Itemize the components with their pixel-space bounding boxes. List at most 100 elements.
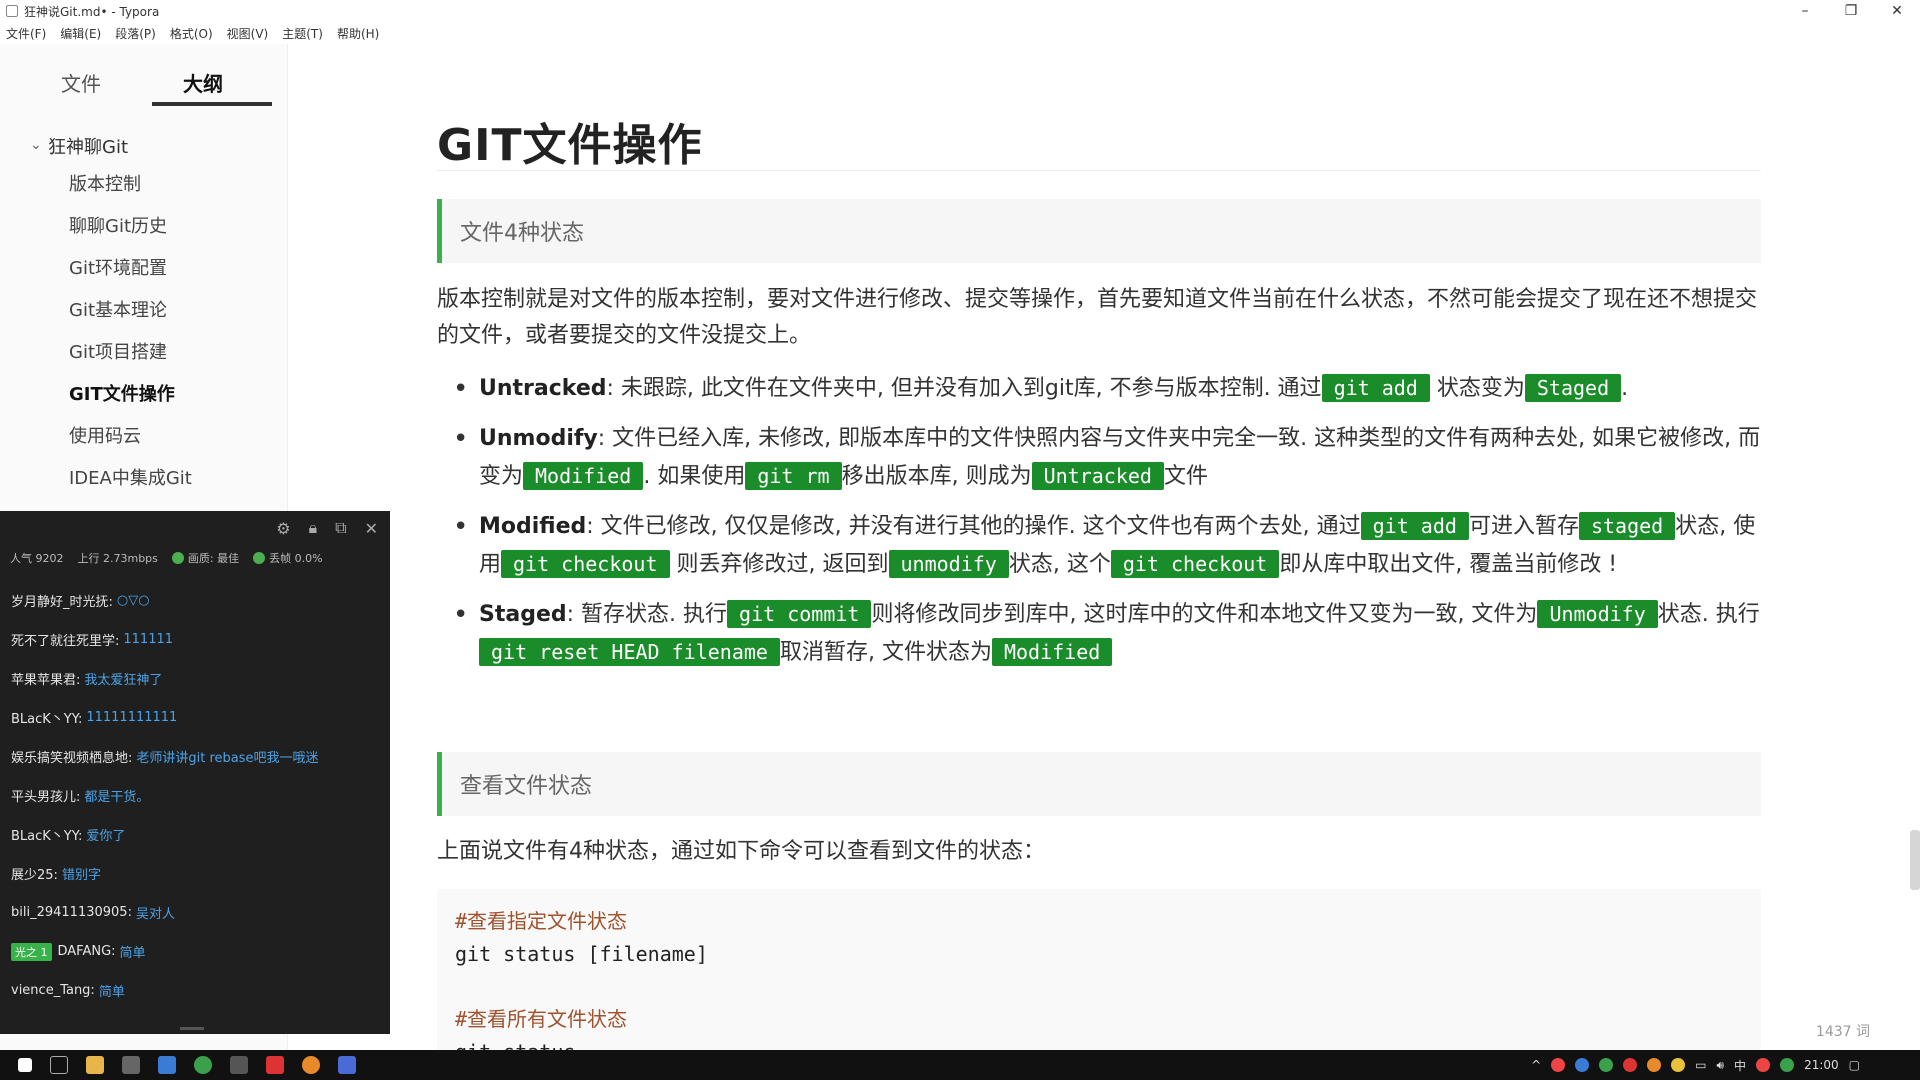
- obs-taskbar-icon[interactable]: [302, 1056, 320, 1074]
- term: Staged: [479, 602, 567, 627]
- clock[interactable]: 21:00: [1804, 1058, 1839, 1072]
- task-view-icon[interactable]: [50, 1056, 68, 1074]
- chat-user: 娱乐搞笑视频栖息地:: [11, 751, 133, 766]
- chat-message: 平头男孩儿: 都是干货。: [0, 776, 390, 815]
- text: 即从库中取出文件, 覆盖当前修改 !: [1279, 552, 1618, 577]
- outline-item[interactable]: IDEA中集成Git: [0, 456, 288, 498]
- chat-message: BLacK丶YY: 爱你了: [0, 815, 390, 854]
- editor-content[interactable]: GIT文件操作 文件4种状态 版本控制就是对文件的版本控制，要对文件进行修改、提…: [437, 44, 1761, 1050]
- maximize-button[interactable]: ❐: [1828, 0, 1874, 22]
- term: Modified: [479, 514, 587, 539]
- term: Untracked: [479, 376, 607, 401]
- outline-item[interactable]: 使用码云: [0, 414, 288, 456]
- chat-text: 都是干货。: [84, 790, 150, 805]
- chat-text: 我太爱狂神了: [84, 673, 163, 688]
- windows-start-icon[interactable]: [18, 1058, 32, 1072]
- close-button[interactable]: ✕: [1874, 0, 1920, 22]
- code-tag: Modified: [991, 638, 1113, 666]
- outline-item[interactable]: Git项目搭建: [0, 330, 288, 372]
- app-taskbar-icon[interactable]: [266, 1056, 284, 1074]
- outline-root[interactable]: ⌄ 狂神聊Git: [0, 130, 288, 162]
- chat-message: 死不了就往死里学: 111111: [0, 620, 390, 659]
- chevron-down-icon[interactable]: ⌄: [30, 137, 42, 153]
- app-taskbar-icon[interactable]: [338, 1056, 356, 1074]
- outline-item[interactable]: 版本控制: [0, 162, 288, 204]
- quality-label: 画质: 最佳: [187, 552, 240, 565]
- tray-app-icon[interactable]: [1575, 1058, 1590, 1072]
- outline-root-label: 狂神聊Git: [48, 137, 129, 158]
- chat-user: bili_29411130905:: [11, 905, 132, 920]
- code-line: git status [filename]: [455, 942, 708, 966]
- drop-label: 丢帧 0.0%: [269, 552, 323, 565]
- lock-icon[interactable]: 🔒︎: [309, 518, 318, 538]
- tray-app-icon[interactable]: [1623, 1058, 1638, 1072]
- paragraph: 上面说文件有4种状态，通过如下命令可以查看到文件的状态：: [437, 839, 1045, 864]
- status-list: Untracked: 未跟踪, 此文件在文件夹中, 但并没有加入到git库, 不…: [437, 370, 1761, 684]
- popout-icon[interactable]: ⧉: [335, 518, 346, 538]
- chat-user: BLacK丶YY:: [11, 712, 83, 727]
- chat-text: 吴对人: [135, 907, 175, 922]
- tray-app-icon[interactable]: [1671, 1058, 1686, 1072]
- text: .: [1621, 376, 1629, 401]
- tray-app-icon[interactable]: [1756, 1058, 1771, 1072]
- chat-user: BLacK丶YY:: [11, 829, 83, 844]
- typora-taskbar-icon[interactable]: [122, 1056, 140, 1074]
- code-tag: git reset HEAD filename: [479, 638, 780, 666]
- outline-item[interactable]: 聊聊Git历史: [0, 204, 288, 246]
- tray-app-icon[interactable]: [1647, 1058, 1662, 1072]
- menu-edit[interactable]: 编辑(E): [60, 25, 101, 42]
- chat-messages: 岁月静好_时光抚: ○▽○ 死不了就往死里学: 111111 苹果苹果君: 我太爱狂神…: [0, 571, 390, 1010]
- menu-format[interactable]: 格式(O): [170, 25, 213, 42]
- outline-item[interactable]: Git环境配置: [0, 246, 288, 288]
- chevron-up-icon[interactable]: ^: [1531, 1058, 1541, 1072]
- volume-icon[interactable]: 🔊︎: [1716, 1058, 1724, 1073]
- menu-paragraph[interactable]: 段落(P): [115, 25, 156, 42]
- upload-stat: 上行 2.73mbps: [77, 552, 158, 565]
- notification-icon[interactable]: ▢: [1849, 1058, 1860, 1072]
- network-icon[interactable]: ▭: [1695, 1058, 1706, 1072]
- wechat-tray-icon[interactable]: [1599, 1058, 1614, 1072]
- code-tag: Untracked: [1031, 462, 1164, 490]
- menu-theme[interactable]: 主题(T): [282, 25, 323, 42]
- tab-files[interactable]: 文件: [20, 44, 142, 108]
- tab-outline[interactable]: 大纲: [142, 44, 264, 108]
- section-heading-quote: 查看文件状态: [437, 752, 1761, 816]
- close-icon[interactable]: ✕: [365, 519, 378, 538]
- chrome-taskbar-icon[interactable]: [194, 1056, 212, 1074]
- code-tag: staged: [1578, 512, 1676, 540]
- code-tag: git add: [1360, 512, 1469, 540]
- outline-item-active[interactable]: GIT文件操作: [0, 372, 288, 414]
- term: Unmodify: [479, 426, 598, 451]
- text: 则将修改同步到库中, 这时库中的文件和本地文件又变为一致, 文件为: [871, 602, 1538, 627]
- code-block[interactable]: #查看指定文件状态 git status [filename] #查看所有文件状…: [437, 889, 1761, 1050]
- ime-indicator[interactable]: 中: [1734, 1057, 1746, 1074]
- chat-text: 简单: [119, 946, 146, 961]
- app-taskbar-icon[interactable]: [158, 1056, 176, 1074]
- outline-item[interactable]: Git基本理论: [0, 288, 288, 330]
- window-title: 狂神说Git.md• - Typora: [24, 4, 160, 19]
- app-taskbar-icon[interactable]: [230, 1056, 248, 1074]
- chat-message: bili_29411130905: 吴对人: [0, 893, 390, 932]
- popularity-stat: 人气 9202: [10, 552, 64, 565]
- tray-app-icon[interactable]: [1780, 1058, 1795, 1072]
- code-tag: git checkout: [501, 550, 670, 578]
- chat-message: 娱乐搞笑视频栖息地: 老师讲讲git rebase吧我一哦迷: [0, 737, 390, 776]
- file-explorer-icon[interactable]: [86, 1056, 104, 1074]
- gear-icon[interactable]: ⚙: [276, 519, 290, 538]
- typora-app-icon: [6, 5, 18, 17]
- word-count[interactable]: 1437 词: [1816, 1021, 1870, 1041]
- menu-help[interactable]: 帮助(H): [337, 25, 379, 42]
- menu-file[interactable]: 文件(F): [6, 25, 46, 42]
- menu-view[interactable]: 视图(V): [227, 25, 269, 42]
- resize-handle[interactable]: [180, 1027, 204, 1030]
- text: 文件: [1163, 464, 1208, 489]
- minimize-button[interactable]: –: [1782, 0, 1828, 22]
- chat-message: 展少25: 错别字: [0, 854, 390, 893]
- code-comment: #查看指定文件状态: [455, 909, 628, 933]
- text: : 暂存状态. 执行: [566, 602, 728, 627]
- active-tab-indicator: [152, 102, 272, 106]
- scrollbar-thumb[interactable]: [1910, 830, 1920, 890]
- tray-app-icon[interactable]: [1551, 1058, 1566, 1072]
- text: 可进入暂存: [1468, 514, 1579, 539]
- system-tray: ^ ▭ 🔊︎ 中 21:00 ▢: [1531, 1050, 1860, 1080]
